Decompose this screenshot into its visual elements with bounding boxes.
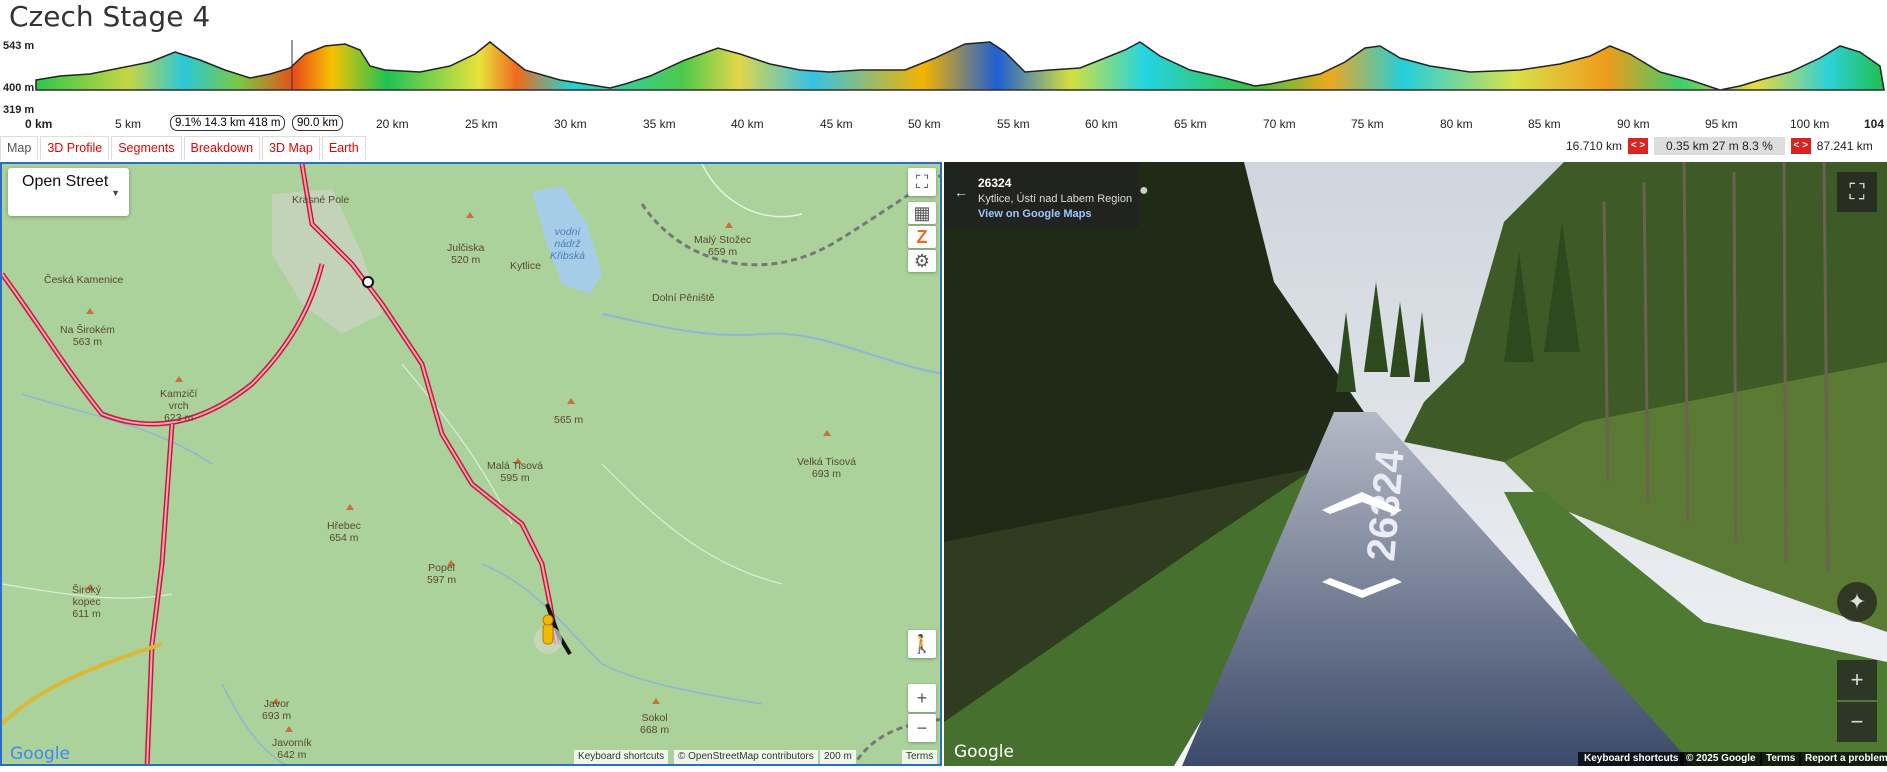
- cursor-pill: 90.0 km: [292, 115, 343, 131]
- map-keyboard-shortcuts[interactable]: Keyboard shortcuts: [574, 750, 669, 764]
- x-tick: 40 km: [731, 117, 764, 131]
- elevation-area: [35, 41, 1885, 91]
- map-label: Na Širokém 563 m: [60, 324, 115, 348]
- page-title: Czech Stage 4: [9, 0, 211, 33]
- map-label: Dolní Pěniště: [652, 292, 715, 304]
- sv-report-problem[interactable]: Report a problem: [1799, 752, 1887, 766]
- tab-segments[interactable]: Segments: [111, 136, 182, 160]
- y-label-mid: 400 m: [3, 82, 35, 94]
- sv-fullscreen-button[interactable]: ⛶: [1837, 172, 1877, 212]
- view-on-google-maps-link[interactable]: View on Google Maps: [978, 208, 1091, 220]
- y-label-max: 543 m: [3, 40, 35, 52]
- google-logo: Google: [954, 742, 1014, 762]
- x-tick: 80 km: [1440, 117, 1473, 131]
- x-tick: 45 km: [820, 117, 853, 131]
- grid-icon[interactable]: ▦: [908, 202, 936, 224]
- selection-summary: 0.35 km 27 m 8.3 %: [1654, 137, 1785, 155]
- x-tick: 0 km: [25, 117, 53, 131]
- zwift-icon[interactable]: Z: [908, 226, 936, 248]
- x-tick: 85 km: [1528, 117, 1561, 131]
- x-tick: 104: [1864, 117, 1885, 131]
- map-label: Julčiska 520 m: [447, 242, 485, 266]
- tab-3d-map[interactable]: 3D Map: [262, 136, 320, 160]
- selection-stats: 16.710 km < > 0.35 km 27 m 8.3 % < > 87.…: [1566, 136, 1873, 156]
- cursor-pill: 9.1% 14.3 km 418 m: [170, 115, 286, 131]
- x-tick: 60 km: [1085, 117, 1118, 131]
- gear-icon[interactable]: ⚙: [908, 250, 936, 272]
- map-label: Kamzičí vrch 623 m: [160, 388, 198, 424]
- street-view[interactable]: 26324 ← 26324 Kytlice, Ústí nad Labem Re…: [944, 162, 1887, 766]
- map-label: Velká Tisová 693 m: [797, 456, 856, 480]
- x-tick: 50 km: [908, 117, 941, 131]
- x-tick: 75 km: [1351, 117, 1384, 131]
- map-label: Česká Kamenice: [44, 274, 124, 286]
- sv-zoom-out-button[interactable]: −: [1837, 702, 1877, 742]
- map-label: Popel 597 m: [427, 562, 457, 586]
- sv-terms[interactable]: Terms: [1760, 752, 1802, 766]
- x-tick: 5 km: [115, 117, 142, 131]
- map-label: Kytlice: [510, 260, 541, 272]
- location-title: 26324: [978, 176, 1012, 190]
- map-pin-icon[interactable]: ●: [1139, 182, 1163, 212]
- page: Czech Stage 4 543 m 400 m 319 m 0 km 5 k…: [0, 0, 1887, 772]
- tab-breakdown[interactable]: Breakdown: [183, 136, 261, 160]
- x-tick: 55 km: [997, 117, 1030, 131]
- tab-earth[interactable]: Earth: [321, 136, 366, 160]
- map-label: Krásné Pole: [292, 194, 350, 206]
- zoom-in-button[interactable]: +: [908, 684, 936, 712]
- zoom-out-button[interactable]: −: [908, 714, 936, 742]
- location-card: ← 26324 Kytlice, Ústí nad Labem Region V…: [944, 162, 1149, 228]
- x-tick: 65 km: [1174, 117, 1207, 131]
- map-layer-label: Open Street: [22, 173, 109, 190]
- back-arrow-icon[interactable]: ←: [954, 184, 968, 200]
- tab-3d-profile[interactable]: 3D Profile: [40, 136, 110, 160]
- pegman-icon[interactable]: 🚶: [908, 630, 936, 658]
- compass-icon[interactable]: ✦: [1837, 582, 1877, 622]
- location-region: Kytlice, Ústí nad Labem Region: [978, 193, 1133, 205]
- selection-start: 16.710 km: [1566, 139, 1623, 153]
- fullscreen-button[interactable]: ⛶: [908, 168, 936, 196]
- sv-zoom-in-button[interactable]: +: [1837, 660, 1877, 700]
- map-label: Malá Tisová 595 m: [487, 460, 544, 484]
- sv-copyright: © 2025 Google: [1680, 752, 1762, 766]
- map-label: vodní nádrž Křibská: [550, 226, 586, 262]
- x-tick: 35 km: [643, 117, 676, 131]
- selection-end-arrows[interactable]: < >: [1790, 138, 1811, 154]
- map-copyright[interactable]: © OpenStreetMap contributors: [674, 750, 818, 764]
- x-tick: 100 km: [1790, 117, 1830, 131]
- x-tick: 25 km: [465, 117, 498, 131]
- map-label: Javorník 642 m: [272, 737, 312, 761]
- route-map[interactable]: Krásné Pole Julčiska 520 m vodní nádrž K…: [0, 162, 942, 766]
- chevron-down-icon: ▼: [111, 188, 120, 198]
- map-label: Široký kopec 611 m: [72, 584, 102, 620]
- x-tick: 90 km: [1617, 117, 1650, 131]
- tab-map[interactable]: Map: [0, 136, 39, 160]
- map-label: Hřebec 654 m: [327, 520, 361, 544]
- x-tick: 70 km: [1263, 117, 1296, 131]
- y-label-min: 319 m: [3, 104, 35, 116]
- elevation-chart[interactable]: [0, 40, 1887, 115]
- map-scale[interactable]: 200 m: [820, 750, 856, 764]
- google-logo: Google: [10, 744, 70, 764]
- selection-start-arrows[interactable]: < >: [1628, 138, 1649, 154]
- selection-end: 87.241 km: [1816, 139, 1873, 153]
- map-label: Javor 693 m: [262, 698, 292, 722]
- map-label: Sokol 668 m: [640, 712, 670, 736]
- map-label: 565 m: [554, 414, 584, 426]
- x-tick: 95 km: [1705, 117, 1738, 131]
- street-view-image: 26324: [944, 162, 1887, 766]
- map-label: Malý Stožec 659 m: [694, 234, 752, 258]
- view-tabs: Map 3D Profile Segments Breakdown 3D Map…: [0, 136, 368, 160]
- x-tick: 30 km: [554, 117, 587, 131]
- map-layer-select[interactable]: Open Street ▼: [8, 168, 129, 216]
- x-tick: 20 km: [376, 117, 409, 131]
- map-terms[interactable]: Terms: [902, 750, 938, 764]
- sv-keyboard-shortcuts[interactable]: Keyboard shortcuts: [1578, 752, 1685, 766]
